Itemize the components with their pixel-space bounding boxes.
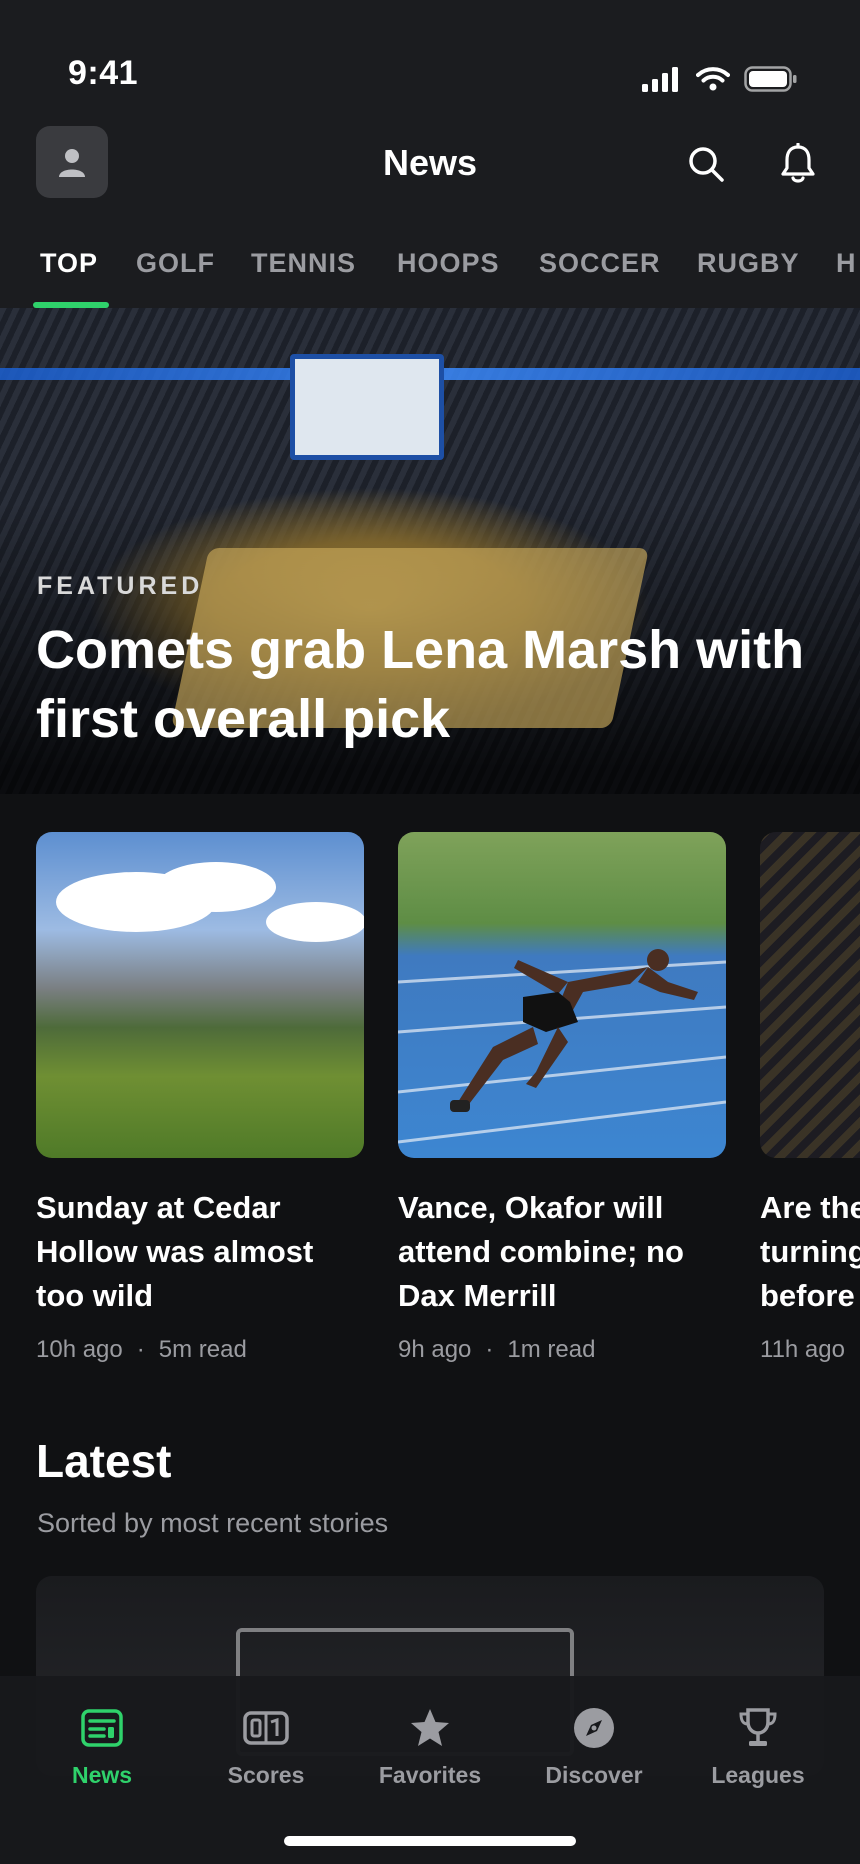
trophy-icon bbox=[739, 1708, 777, 1746]
tabbar-favorites[interactable]: Favorites bbox=[355, 1704, 505, 1789]
latest-subtitle: Sorted by most recent stories bbox=[37, 1508, 389, 1538]
story-age: 11h ago bbox=[760, 1336, 845, 1363]
tab-hoops[interactable]: HOOPS bbox=[397, 248, 500, 279]
tab-rugby[interactable]: RUGBY bbox=[697, 248, 800, 279]
bell-icon bbox=[781, 143, 815, 183]
arena-scoreboard bbox=[290, 354, 444, 460]
compass-icon bbox=[574, 1708, 614, 1748]
status-bar: 9:41 bbox=[0, 0, 860, 118]
story-card[interactable]: Are the turning before 11h ago bbox=[760, 832, 860, 1364]
story-meta: 10h ago · 5m read bbox=[36, 1336, 247, 1363]
story-read-time: 5m read bbox=[158, 1336, 247, 1363]
story-meta: 11h ago bbox=[760, 1336, 860, 1364]
tabbar-label: Leagues bbox=[711, 1762, 805, 1788]
tabbar-label: News bbox=[71, 1762, 133, 1788]
story-card[interactable]: Sunday at Cedar Hollow was almost too wi… bbox=[36, 832, 364, 1364]
notifications-button[interactable] bbox=[774, 140, 822, 188]
status-icons bbox=[642, 66, 798, 92]
story-headline: Vance, Okafor will attend combine; no Da… bbox=[398, 1190, 684, 1313]
sport-tabs: TOP GOLF TENNIS HOOPS SOCCER RUGBY H bbox=[0, 224, 860, 308]
wifi-icon bbox=[696, 67, 730, 91]
home-indicator[interactable] bbox=[284, 1836, 576, 1846]
star-icon bbox=[411, 1709, 449, 1746]
search-button[interactable] bbox=[682, 140, 730, 188]
story-age: 10h ago bbox=[36, 1336, 123, 1363]
search-icon bbox=[689, 147, 724, 182]
story-image-sprinter bbox=[398, 832, 726, 1158]
top-header: News bbox=[0, 118, 860, 224]
featured-headline: Comets grab Lena Marsh with first overal… bbox=[36, 620, 805, 749]
newspaper-icon bbox=[81, 1709, 123, 1747]
story-headline: Are the turning before bbox=[760, 1190, 860, 1313]
featured-story[interactable]: FEATURED Comets grab Lena Marsh with fir… bbox=[0, 308, 860, 794]
latest-heading: Latest bbox=[36, 1435, 172, 1487]
tabbar-label: Discover bbox=[545, 1762, 643, 1788]
scoreboard-icon bbox=[243, 1711, 289, 1745]
tabbar-label: Scores bbox=[227, 1762, 305, 1788]
story-meta: 9h ago · 1m read bbox=[398, 1336, 596, 1363]
signal-icon bbox=[642, 67, 678, 92]
tabbar-news[interactable]: News bbox=[27, 1704, 177, 1789]
battery-icon bbox=[744, 66, 797, 92]
story-card[interactable]: Vance, Okafor will attend combine; no Da… bbox=[398, 832, 726, 1364]
tabbar-leagues[interactable]: Leagues bbox=[683, 1704, 833, 1789]
story-carousel[interactable]: Sunday at Cedar Hollow was almost too wi… bbox=[0, 832, 860, 1372]
story-image-landscape bbox=[36, 832, 364, 1158]
story-age: 9h ago bbox=[398, 1336, 472, 1363]
tab-top[interactable]: TOP bbox=[40, 248, 98, 279]
tabbar-label: Favorites bbox=[378, 1762, 482, 1788]
featured-label: FEATURED bbox=[37, 572, 204, 600]
page-title: News bbox=[382, 142, 478, 183]
status-time: 9:41 bbox=[68, 54, 139, 92]
story-headline: Sunday at Cedar Hollow was almost too wi… bbox=[36, 1190, 314, 1313]
tab-soccer[interactable]: SOCCER bbox=[539, 248, 661, 279]
tab-golf[interactable]: GOLF bbox=[136, 248, 215, 279]
story-image-crowd bbox=[760, 832, 860, 1158]
tabbar-scores[interactable]: Scores bbox=[191, 1704, 341, 1789]
tabbar-discover[interactable]: Discover bbox=[519, 1704, 669, 1789]
tab-tennis[interactable]: TENNIS bbox=[251, 248, 356, 279]
story-read-time: 1m read bbox=[507, 1336, 596, 1363]
tab-partial[interactable]: H bbox=[836, 248, 857, 279]
